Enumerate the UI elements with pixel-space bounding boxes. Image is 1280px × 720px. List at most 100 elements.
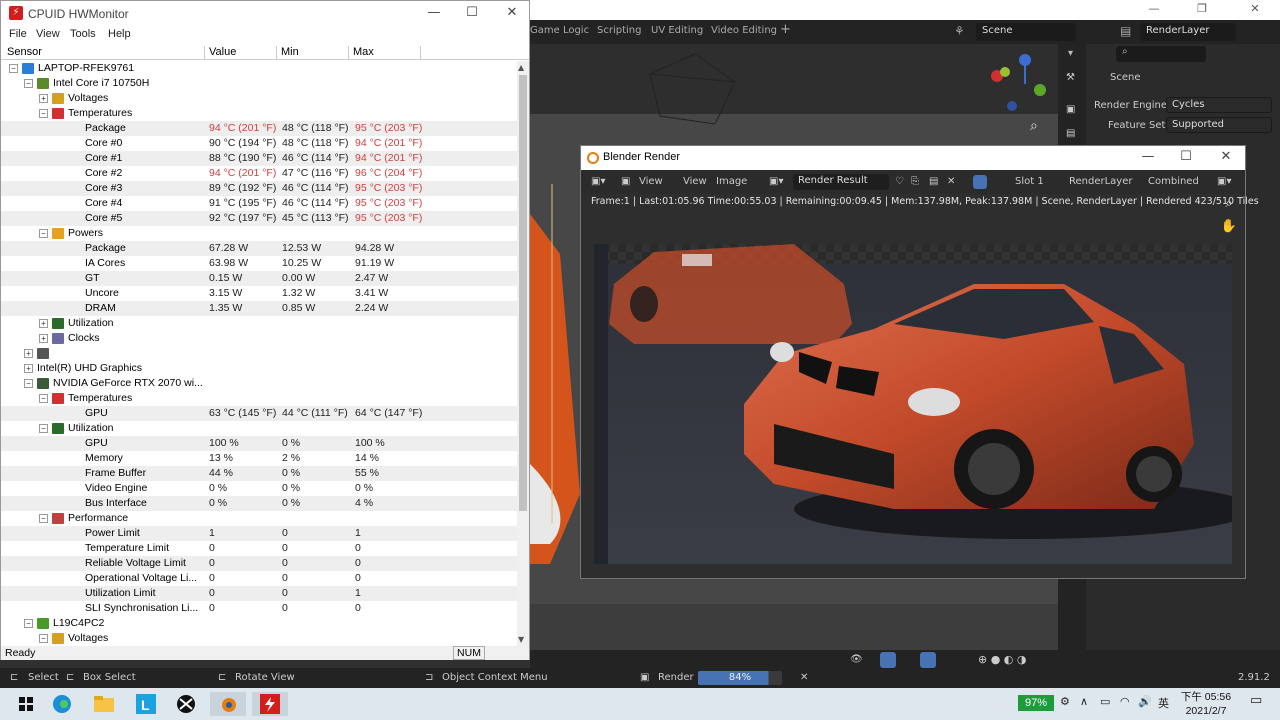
- menu-view[interactable]: View: [36, 28, 60, 40]
- blender-taskbar-icon[interactable]: [210, 692, 246, 716]
- sensor-row[interactable]: Operational Voltage Li... 0 0 0: [1, 571, 517, 586]
- editor-type-icon[interactable]: ▣▾: [591, 176, 605, 187]
- notification-icon[interactable]: ▭: [1250, 693, 1262, 708]
- show-hidden-icons[interactable]: ∧: [1080, 695, 1088, 708]
- display-channels-dropdown[interactable]: ▣▾: [1217, 176, 1231, 187]
- tree-node[interactable]: + Clocks: [1, 331, 517, 346]
- sensor-row[interactable]: Core #5 92 °C (197 °F) 45 °C (113 °F) 95 °C…: [1, 211, 517, 226]
- tree-node[interactable]: − NVIDIA GeForce RTX 2070 wi...: [1, 376, 517, 391]
- tree-node[interactable]: − Performance: [1, 511, 517, 526]
- tree-node[interactable]: + Intel(R) UHD Graphics: [1, 361, 517, 376]
- layer-dropdown[interactable]: RenderLayer: [1069, 176, 1132, 187]
- view-mode-icon[interactable]: ▣: [621, 176, 630, 187]
- shading-modes[interactable]: ⊕ ● ◐ ◑: [978, 653, 1027, 666]
- sensor-row[interactable]: IA Cores 63.98 W 10.25 W 91.19 W: [1, 256, 517, 271]
- unlink-image-icon[interactable]: ✕: [947, 176, 955, 187]
- tree-node[interactable]: − LAPTOP-RFEK9761: [1, 61, 517, 76]
- collapse-icon[interactable]: −: [24, 379, 33, 388]
- minimize-button[interactable]: —: [1134, 2, 1174, 18]
- expand-icon[interactable]: +: [24, 349, 33, 358]
- collapse-icon[interactable]: −: [39, 634, 48, 643]
- scene-selector[interactable]: Scene: [976, 23, 1076, 41]
- minimize-button[interactable]: —: [419, 5, 449, 23]
- sensor-row[interactable]: GT 0.15 W 0.00 W 2.47 W: [1, 271, 517, 286]
- workspace-tab-game-logic[interactable]: Game Logic: [530, 25, 589, 36]
- sensor-row[interactable]: Memory 13 % 2 % 14 %: [1, 451, 517, 466]
- tree-node[interactable]: + Utilization: [1, 316, 517, 331]
- fake-user-icon[interactable]: ♡: [895, 176, 904, 187]
- close-button[interactable]: ✕: [1235, 2, 1275, 18]
- sensor-row[interactable]: Core #3 89 °C (192 °F) 46 °C (114 °F) 95 °C…: [1, 181, 517, 196]
- column-min[interactable]: Min: [277, 46, 349, 60]
- tree-node[interactable]: + Voltages: [1, 91, 517, 106]
- xbox-icon[interactable]: [168, 692, 204, 716]
- menu-view[interactable]: View: [683, 176, 707, 187]
- column-sensor[interactable]: Sensor: [3, 46, 205, 60]
- battery-indicator[interactable]: 97%: [1018, 695, 1054, 711]
- render-layer-selector[interactable]: RenderLayer: [1140, 23, 1236, 41]
- sensor-row[interactable]: Uncore 3.15 W 1.32 W 3.41 W: [1, 286, 517, 301]
- overlay-toggle[interactable]: [920, 652, 936, 668]
- workspace-tab-uv-editing[interactable]: UV Editing: [651, 25, 703, 36]
- view-mode-dropdown[interactable]: View: [639, 176, 663, 187]
- vertical-scrollbar[interactable]: ▲ ▼: [517, 61, 529, 646]
- image-name-field[interactable]: Render Result: [793, 174, 889, 190]
- collapse-icon[interactable]: −: [39, 109, 48, 118]
- menu-file[interactable]: File: [9, 28, 27, 40]
- feature-set-dropdown[interactable]: Supported: [1166, 117, 1272, 133]
- sensor-row[interactable]: Package 67.28 W 12.53 W 94.28 W: [1, 241, 517, 256]
- ime-indicator[interactable]: 英: [1158, 695, 1169, 711]
- workspace-tab-video-editing[interactable]: Video Editing: [711, 25, 777, 36]
- start-button[interactable]: [8, 692, 44, 716]
- battery-icon[interactable]: ▭: [1100, 695, 1110, 708]
- file-explorer-icon[interactable]: [86, 692, 122, 716]
- sensor-row[interactable]: Package 94 °C (201 °F) 48 °C (118 °F) 95 °C…: [1, 121, 517, 136]
- cancel-render-icon[interactable]: ✕: [800, 672, 808, 683]
- tree-node[interactable]: − Intel Core i7 10750H: [1, 76, 517, 91]
- tool-tab-icon[interactable]: ⚒: [1066, 72, 1075, 83]
- add-workspace-icon[interactable]: +: [780, 22, 791, 37]
- new-image-icon[interactable]: ⎘: [911, 176, 919, 187]
- collapse-icon[interactable]: −: [9, 64, 18, 73]
- volume-icon[interactable]: 🔊: [1138, 695, 1152, 708]
- display-channels-icon[interactable]: [973, 175, 987, 189]
- sensor-row[interactable]: Core #2 94 °C (201 °F) 47 °C (116 °F) 96 °C…: [1, 166, 517, 181]
- collapse-icon[interactable]: −: [24, 619, 33, 628]
- network-settings-icon[interactable]: ⚙: [1060, 695, 1070, 708]
- sensor-row[interactable]: Bus Interface 0 % 0 % 4 %: [1, 496, 517, 511]
- zoom-icon[interactable]: ⌕: [1030, 118, 1038, 134]
- sensor-row[interactable]: Core #1 88 °C (190 °F) 46 °C (114 °F) 94 °C…: [1, 151, 517, 166]
- menu-image[interactable]: Image: [716, 176, 747, 187]
- minimize-button[interactable]: —: [1133, 149, 1163, 167]
- pass-dropdown[interactable]: Combined: [1148, 176, 1199, 187]
- expand-icon[interactable]: +: [24, 364, 33, 373]
- menu-tools[interactable]: Tools: [70, 28, 96, 40]
- collapse-icon[interactable]: −: [24, 79, 33, 88]
- sensor-tree[interactable]: − LAPTOP-RFEK9761− Intel Core i7 10750H + Vo…: [1, 61, 517, 646]
- expand-icon[interactable]: +: [39, 334, 48, 343]
- launcher-l-icon[interactable]: L: [128, 692, 164, 716]
- maximize-button[interactable]: ☐: [1171, 149, 1201, 167]
- close-button[interactable]: ✕: [1211, 149, 1241, 167]
- tree-node[interactable]: − L19C4PC2: [1, 616, 517, 631]
- close-button[interactable]: ✕: [497, 5, 527, 23]
- collapse-icon[interactable]: −: [39, 229, 48, 238]
- maximize-button[interactable]: ☐: [457, 5, 487, 23]
- hwmonitor-taskbar-icon[interactable]: [252, 692, 288, 716]
- sensor-row[interactable]: SLI Synchronisation Li... 0 0 0: [1, 601, 517, 616]
- sensor-row[interactable]: Power Limit 1 0 1: [1, 526, 517, 541]
- collapse-icon[interactable]: −: [39, 424, 48, 433]
- sensor-row[interactable]: GPU 63 °C (145 °F) 44 °C (111 °F) 64 °C (14…: [1, 406, 517, 421]
- tree-node[interactable]: − Utilization: [1, 421, 517, 436]
- workspace-tab-scripting[interactable]: Scripting: [597, 25, 641, 36]
- tree-node[interactable]: − Powers: [1, 226, 517, 241]
- sensor-row[interactable]: Frame Buffer 44 % 0 % 55 %: [1, 466, 517, 481]
- scroll-down-icon[interactable]: ▼: [518, 635, 524, 644]
- wifi-icon[interactable]: ◠: [1120, 695, 1130, 708]
- tree-node[interactable]: − Voltages: [1, 631, 517, 646]
- pan-hand-icon[interactable]: ✋: [1219, 219, 1239, 234]
- clock[interactable]: 下午 05:56 2021/2/7: [1178, 690, 1234, 718]
- sensor-row[interactable]: DRAM 1.35 W 0.85 W 2.24 W: [1, 301, 517, 316]
- sensor-row[interactable]: Core #0 90 °C (194 °F) 48 °C (118 °F) 94 °C…: [1, 136, 517, 151]
- maximize-button[interactable]: ❐: [1182, 2, 1222, 18]
